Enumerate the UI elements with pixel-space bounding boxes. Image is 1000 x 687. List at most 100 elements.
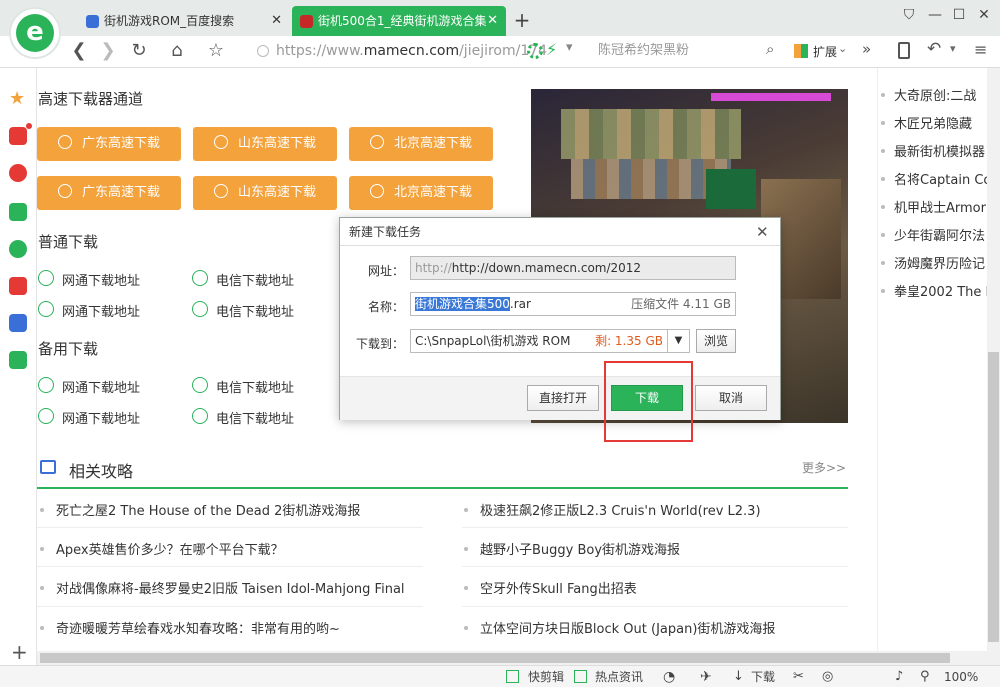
cancel-button[interactable]: 取消 [695,385,767,411]
weibo-icon[interactable] [9,164,27,182]
security-icon[interactable] [257,45,269,57]
browser-game-icon[interactable] [9,240,27,258]
clock-icon [38,270,54,286]
news-icon[interactable] [9,127,27,145]
menu-icon[interactable]: ≡ [974,40,987,59]
more-icon[interactable]: » [862,40,871,58]
recommend-link[interactable]: 机甲战士Armor [881,197,986,216]
new-tab-button[interactable]: + [512,6,532,34]
forward-button[interactable]: ❯ [95,38,121,64]
undo-icon[interactable]: ↶ [927,39,941,59]
close-window-button[interactable]: ✕ [971,4,997,26]
recommend-link[interactable]: 名将Captain Co [880,169,987,188]
right-panel: 大奇原创:二战 木匠兄弟隐藏 最新街机模拟器 名将Captain Co 机甲战士… [877,68,987,665]
book-icon [40,460,56,474]
arcade-cabinet [706,169,756,209]
notification-dot-icon [26,123,32,129]
related-title: 相关攻略 [69,462,134,481]
sound-icon[interactable]: ◎ [822,666,833,687]
download-button[interactable]: 山东高速下载 [193,176,337,210]
document-icon[interactable] [9,314,27,332]
recommend-link[interactable]: 拳皇2002 The K [880,281,987,300]
download-button[interactable]: 北京高速下载 [349,127,493,161]
download-button[interactable]: 广东高速下载 [37,176,181,210]
article-link[interactable]: 极速狂飙2修正版L2.3 Cruis'n World(rev L2.3) [462,500,761,519]
chevron-down-icon[interactable]: ▾ [950,42,956,55]
recommend-link[interactable]: 大奇原创:二战 [880,85,976,104]
download-link[interactable]: 电信下载地址 [192,377,294,396]
save-path-input[interactable]: C:\SnpapLol\街机游戏 ROM 剩: 1.35 GB ▼ [410,329,690,353]
zoom-level[interactable]: 100% [944,666,978,687]
download-manager-button[interactable]: 下载 [751,666,775,687]
lightning-icon[interactable]: ⚡ [546,40,557,59]
refresh-button[interactable]: ↻ [126,38,152,64]
browser-logo[interactable]: e [9,7,61,59]
chevron-down-icon[interactable]: ▼ [667,330,689,352]
home-icon[interactable]: ⌂ [164,38,190,64]
zoom-icon[interactable]: ⚲ [920,666,930,687]
recommend-link[interactable]: 木匠兄弟隐藏 [880,113,972,132]
tab-baidu-search[interactable]: 街机游戏ROM_百度搜索 ✕ [78,6,290,36]
hot-news-button[interactable]: 热点资讯 [595,666,643,687]
download-link[interactable]: 电信下载地址 [192,408,294,427]
browse-button[interactable]: 浏览 [696,329,736,353]
download-button[interactable]: 北京高速下载 [349,176,493,210]
article-link[interactable]: Apex英雄售价多少？在哪个平台下载？ [38,539,284,558]
mail-icon[interactable] [9,203,27,221]
video-icon[interactable] [9,351,27,369]
mobile-icon[interactable] [898,42,910,59]
article-link[interactable]: 空牙外传Skull Fang出招表 [462,578,637,597]
article-link[interactable]: 立体空间方块日版Block Out (Japan)街机游戏海报 [462,618,775,637]
quick-edit-button[interactable]: 快剪辑 [528,666,564,687]
tab-mamecn[interactable]: 街机500合1_经典街机游戏合集 ✕ [292,6,506,36]
filename-input[interactable]: 街机游戏合集500.rar 压缩文件 4.11 GB [410,292,736,316]
search-icon[interactable]: ⌕ [766,40,774,58]
article-link[interactable]: 奇迹暖暖芳草绘春戏水知春攻略：非常有用的哟~ [38,618,340,637]
close-icon[interactable]: ✕ [756,223,769,241]
vertical-scroll-thumb[interactable] [988,352,999,642]
article-link[interactable]: 死亡之屋2 The House of the Dead 2街机游戏海报 [38,500,360,519]
search-input[interactable]: 陈冠希约架黑粉 [598,40,758,62]
close-tab-icon[interactable]: ✕ [487,6,498,36]
favorites-star-icon[interactable]: ★ [9,90,27,108]
chevron-down-icon[interactable]: ▾ [566,40,573,55]
chevron-down-icon[interactable]: ⌄ [838,42,847,55]
recommend-link[interactable]: 最新街机模拟器 [880,141,985,160]
download-button[interactable]: 广东高速下载 [37,127,181,161]
clock-icon [213,184,228,198]
download-link[interactable]: 网通下载地址 [38,377,140,396]
divider [462,566,848,567]
e-logo-icon: e [16,14,54,52]
open-directly-button[interactable]: 直接打开 [527,385,599,411]
screenshot-icon[interactable]: ✂ [793,666,804,687]
download-link[interactable]: 电信下载地址 [192,270,294,289]
close-tab-icon[interactable]: ✕ [271,6,282,36]
pin-icon[interactable]: ✈ [700,666,712,687]
recommend-link[interactable]: 汤姆魔界历险记 [880,253,985,272]
download-button[interactable]: 山东高速下载 [193,127,337,161]
clock-icon [369,135,384,149]
more-link[interactable]: 更多>> [802,459,846,476]
volume-icon[interactable]: ♪ [895,666,903,687]
extensions-button[interactable]: 扩展 [813,43,837,60]
article-link[interactable]: 对战偶像麻将-最终罗曼史2旧版 Taisen Idol-Mahjong Fina… [38,578,405,597]
clock-icon [38,408,54,424]
game-controller-icon[interactable] [9,277,27,295]
horizontal-scroll-thumb[interactable] [40,653,950,663]
clock-icon [38,301,54,317]
download-link[interactable]: 网通下载地址 [38,408,140,427]
download-link[interactable]: 网通下载地址 [38,301,140,320]
skin-icon[interactable]: ⛉ [896,4,922,26]
maximize-button[interactable]: ☐ [946,4,972,26]
speed-icon[interactable]: ◔ [663,666,675,687]
download-link[interactable]: 网通下载地址 [38,270,140,289]
back-button[interactable]: ❮ [66,38,92,64]
download-link[interactable]: 电信下载地址 [192,301,294,320]
article-link[interactable]: 越野小子Buggy Boy街机游戏海报 [462,539,680,558]
minimize-button[interactable]: — [922,4,948,26]
clock-icon [213,135,228,149]
recommend-link[interactable]: 少年街霸阿尔法 [880,225,985,244]
favorite-star-icon[interactable]: ☆ [203,38,229,64]
add-sidebar-icon[interactable]: + [11,640,28,664]
file-info: 压缩文件 4.11 GB [631,297,731,311]
